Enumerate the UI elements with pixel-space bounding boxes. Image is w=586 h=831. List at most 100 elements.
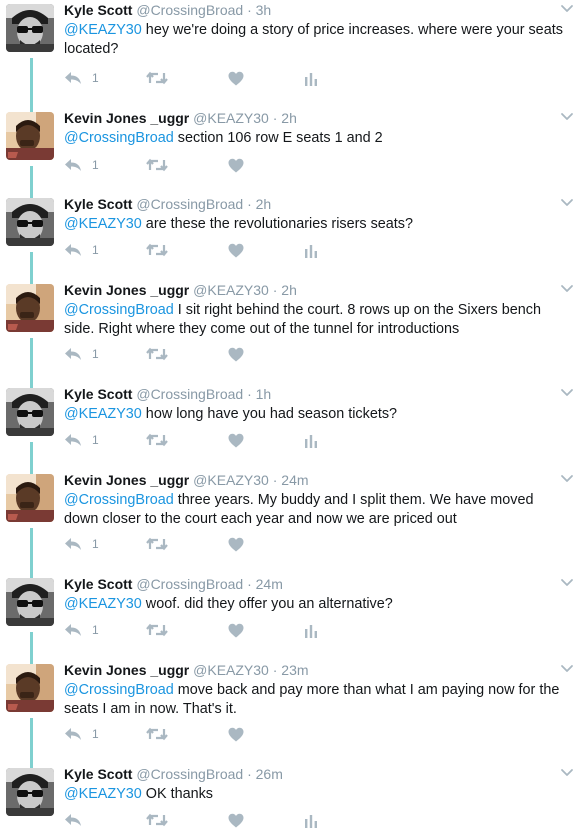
avatar[interactable] [6,578,54,626]
author-name[interactable]: Kyle Scott [64,766,132,782]
tweet[interactable]: Kevin Jones _uggr @KEAZY30 · 2h @Crossin… [0,92,586,190]
like-button[interactable] [228,810,244,830]
avatar[interactable] [6,388,54,436]
like-button[interactable] [228,430,244,450]
reply-button[interactable] [64,810,82,830]
reply-button[interactable]: 1 [64,344,99,364]
tweet[interactable]: Kevin Jones _uggr @KEAZY30 · 2h @Crossin… [0,264,586,380]
tweet[interactable]: Kevin Jones _uggr @KEAZY30 · 24m @Crossi… [0,454,586,572]
author-name[interactable]: Kevin Jones _uggr [64,472,189,488]
author-name[interactable]: Kyle Scott [64,196,132,212]
avatar[interactable] [6,198,54,246]
avatar[interactable] [6,284,54,332]
chevron-down-icon[interactable] [560,282,574,294]
reply-button[interactable]: 1 [64,155,99,175]
analytics-button[interactable] [304,430,318,450]
analytics-button[interactable] [304,620,318,640]
timestamp[interactable]: 26m [256,766,283,782]
author-name[interactable]: Kyle Scott [64,2,132,18]
avatar[interactable] [6,474,54,522]
retweet-button[interactable] [146,344,168,364]
retweet-button[interactable] [146,68,168,88]
timestamp[interactable]: 1h [256,386,272,402]
chevron-down-icon[interactable] [560,576,574,588]
tweet[interactable]: Kyle Scott @CrossingBroad · 2h @KEAZY30 … [0,178,586,278]
avatar[interactable] [6,664,54,712]
separator-dot: · [272,282,278,298]
timestamp[interactable]: 2h [256,196,272,212]
thread-line [30,368,33,388]
mention-link[interactable]: @KEAZY30 [64,596,142,612]
retweet-button[interactable] [146,534,168,554]
avatar[interactable] [6,112,54,160]
avatar[interactable] [6,4,54,52]
like-button[interactable] [228,68,244,88]
timestamp[interactable]: 3h [256,2,272,18]
timestamp[interactable]: 24m [256,576,283,592]
reply-button[interactable]: 1 [64,430,99,450]
like-button[interactable] [228,155,244,175]
timestamp[interactable]: 23m [281,662,308,678]
author-handle[interactable]: @KEAZY30 [193,472,269,488]
chevron-down-icon[interactable] [560,766,574,778]
tweet[interactable]: Kyle Scott @CrossingBroad · 26m @KEAZY30… [0,748,586,831]
mention-link[interactable]: @KEAZY30 [64,406,142,422]
reply-button[interactable]: 1 [64,534,99,554]
reply-button[interactable]: 1 [64,724,99,744]
timestamp[interactable]: 2h [281,282,297,298]
mention-link[interactable]: @CrossingBroad [64,302,174,318]
avatar[interactable] [6,768,54,816]
reply-button[interactable]: 1 [64,240,99,260]
chevron-down-icon[interactable] [560,196,574,208]
author-name[interactable]: Kevin Jones _uggr [64,110,189,126]
author-handle[interactable]: @KEAZY30 [193,282,269,298]
retweet-button[interactable] [146,724,168,744]
retweet-button[interactable] [146,155,168,175]
timestamp[interactable]: 2h [281,110,297,126]
author-handle[interactable]: @CrossingBroad [136,196,243,212]
mention-link[interactable]: @CrossingBroad [64,682,174,698]
mention-link[interactable]: @KEAZY30 [64,216,142,232]
author-name[interactable]: Kyle Scott [64,386,132,402]
chevron-down-icon[interactable] [560,110,574,122]
chevron-down-icon[interactable] [560,472,574,484]
like-button[interactable] [228,344,244,364]
author-handle[interactable]: @KEAZY30 [193,110,269,126]
author-handle[interactable]: @CrossingBroad [136,766,243,782]
author-name[interactable]: Kevin Jones _uggr [64,662,189,678]
author-handle[interactable]: @KEAZY30 [193,662,269,678]
tweet[interactable]: Kevin Jones _uggr @KEAZY30 · 23m @Crossi… [0,644,586,764]
mention-link[interactable]: @KEAZY30 [64,786,142,802]
retweet-button[interactable] [146,810,168,830]
timestamp[interactable]: 24m [281,472,308,488]
author-handle[interactable]: @CrossingBroad [136,576,243,592]
like-button[interactable] [228,534,244,554]
author-handle[interactable]: @CrossingBroad [136,2,243,18]
reply-button[interactable]: 1 [64,620,99,640]
reply-button[interactable]: 1 [64,68,99,88]
retweet-button[interactable] [146,430,168,450]
heart-icon [228,727,244,742]
reply-count: 1 [92,243,99,257]
tweet[interactable]: Kyle Scott @CrossingBroad · 1h @KEAZY30 … [0,368,586,470]
author-name[interactable]: Kyle Scott [64,576,132,592]
analytics-button[interactable] [304,810,318,830]
analytics-button[interactable] [304,68,318,88]
retweet-button[interactable] [146,620,168,640]
analytics-button[interactable] [304,240,318,260]
chevron-down-icon[interactable] [560,2,574,14]
tweet[interactable]: Kyle Scott @CrossingBroad · 3h @KEAZY30 … [0,0,586,94]
reply-icon [64,433,82,447]
like-button[interactable] [228,724,244,744]
retweet-button[interactable] [146,240,168,260]
chevron-down-icon[interactable] [560,662,574,674]
like-button[interactable] [228,620,244,640]
author-name[interactable]: Kevin Jones _uggr [64,282,189,298]
mention-link[interactable]: @CrossingBroad [64,492,174,508]
author-handle[interactable]: @CrossingBroad [136,386,243,402]
mention-link[interactable]: @CrossingBroad [64,130,174,146]
like-button[interactable] [228,240,244,260]
tweet[interactable]: Kyle Scott @CrossingBroad · 24m @KEAZY30… [0,558,586,658]
chevron-down-icon[interactable] [560,386,574,398]
mention-link[interactable]: @KEAZY30 [64,22,142,38]
